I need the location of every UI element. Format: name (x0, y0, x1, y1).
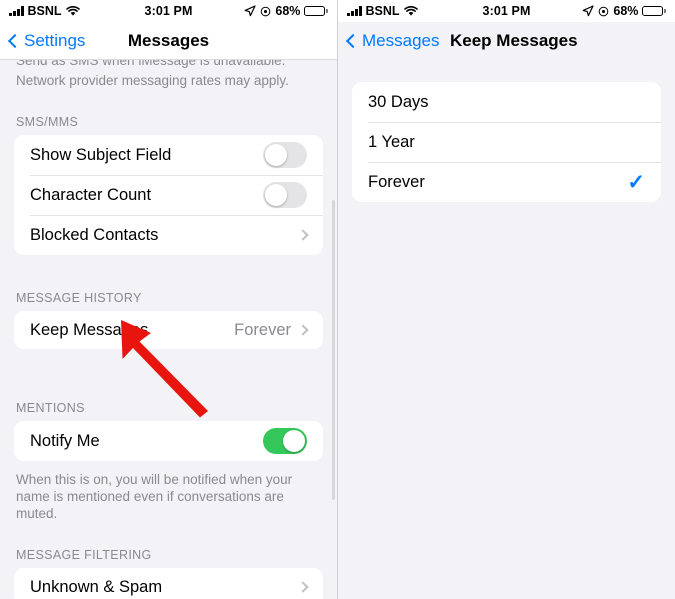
row-show-subject-field[interactable]: Show Subject Field (14, 135, 323, 175)
footnote-network-rates: Network provider messaging rates may app… (16, 73, 289, 88)
status-bar-right-group: 68% (582, 4, 666, 18)
battery-percent-label: 68% (613, 4, 639, 18)
chevron-left-icon (7, 33, 23, 48)
group-sms-mms: Show Subject Field Character Count Block… (14, 135, 323, 255)
option-1-year[interactable]: 1 Year (352, 122, 661, 162)
right-panel-content: 30 Days 1 Year Forever ✓ (338, 60, 675, 599)
toggle-notify-me[interactable] (263, 428, 307, 454)
right-panel-keep-messages: BSNL 3:01 PM 68% Messages Keep Messages … (337, 0, 675, 599)
carrier-label: BSNL (365, 4, 400, 18)
option-30-days[interactable]: 30 Days (352, 82, 661, 122)
nav-bar-right: Messages Keep Messages (338, 22, 675, 60)
chevron-right-icon (297, 581, 309, 593)
signal-bars-icon (347, 6, 362, 16)
alarm-icon (599, 6, 609, 16)
footnote-mentions: When this is on, you will be notified wh… (16, 472, 293, 521)
row-label: Keep Messages (30, 320, 149, 339)
row-notify-me[interactable]: Notify Me (14, 421, 323, 461)
section-header-mentions: MENTIONS (16, 401, 85, 415)
group-mentions: Notify Me (14, 421, 323, 461)
nav-bar-left: Settings Messages (0, 22, 337, 60)
battery-icon (642, 5, 666, 17)
back-button-label: Messages (362, 31, 440, 50)
section-header-message-filtering: MESSAGE FILTERING (16, 548, 152, 562)
status-bar-left-group: BSNL (9, 4, 80, 18)
row-label: Character Count (30, 185, 152, 204)
status-bar-left: BSNL 3:01 PM 68% (0, 0, 337, 22)
clipped-footnote: Send as SMS when iMessage is unavailable… (16, 60, 286, 68)
carrier-label: BSNL (27, 4, 62, 18)
row-blocked-contacts[interactable]: Blocked Contacts (14, 215, 323, 255)
back-button-label: Settings (24, 30, 86, 50)
row-label: Notify Me (30, 431, 100, 450)
toggle-character-count[interactable] (263, 182, 307, 208)
left-panel-messages-settings: BSNL 3:01 PM 68% Settings Messages Send … (0, 0, 337, 599)
vertical-scrollbar[interactable] (332, 200, 335, 500)
option-label: 1 Year (368, 132, 415, 151)
row-label: Blocked Contacts (30, 225, 159, 244)
chevron-right-icon (297, 229, 309, 241)
status-bar-right-group: 68% (244, 4, 328, 18)
signal-bars-icon (9, 6, 24, 16)
row-label: Show Subject Field (30, 145, 172, 164)
row-keep-messages[interactable]: Keep Messages Forever (14, 311, 323, 349)
clipped-footnote-wrap: Send as SMS when iMessage is unavailable… (0, 60, 337, 69)
page-title-keep-messages: Keep Messages (450, 31, 578, 50)
battery-icon (304, 5, 328, 17)
location-arrow-icon (582, 5, 594, 17)
group-message-history: Keep Messages Forever (14, 311, 323, 349)
option-label: 30 Days (368, 92, 429, 111)
chevron-right-icon (297, 324, 309, 336)
checkmark-icon: ✓ (627, 170, 645, 194)
back-button-settings[interactable]: Settings (7, 30, 86, 51)
option-label: Forever (368, 172, 425, 191)
screenshot-root: BSNL 3:01 PM 68% Settings Messages Send … (0, 0, 675, 599)
row-unknown-and-spam[interactable]: Unknown & Spam (14, 568, 323, 599)
group-message-filtering: Unknown & Spam (14, 568, 323, 599)
row-character-count[interactable]: Character Count (14, 175, 323, 215)
section-header-message-history: MESSAGE HISTORY (16, 291, 142, 305)
wifi-icon (403, 5, 418, 16)
row-label: Unknown & Spam (30, 577, 163, 596)
wifi-icon (65, 5, 80, 16)
group-keep-messages-options: 30 Days 1 Year Forever ✓ (352, 82, 661, 202)
alarm-icon (261, 6, 271, 16)
section-header-sms-mms: SMS/MMS (16, 115, 79, 129)
status-bar-right: BSNL 3:01 PM 68% (338, 0, 675, 22)
location-arrow-icon (244, 5, 256, 17)
toggle-show-subject-field[interactable] (263, 142, 307, 168)
battery-percent-label: 68% (275, 4, 301, 18)
chevron-left-icon (345, 33, 361, 49)
option-forever[interactable]: Forever ✓ (352, 162, 661, 202)
status-bar-left-group: BSNL (347, 4, 418, 18)
back-button-messages[interactable]: Messages (345, 31, 440, 51)
left-panel-content: Send as SMS when iMessage is unavailable… (0, 60, 337, 599)
row-value-keep-messages: Forever (234, 320, 291, 339)
